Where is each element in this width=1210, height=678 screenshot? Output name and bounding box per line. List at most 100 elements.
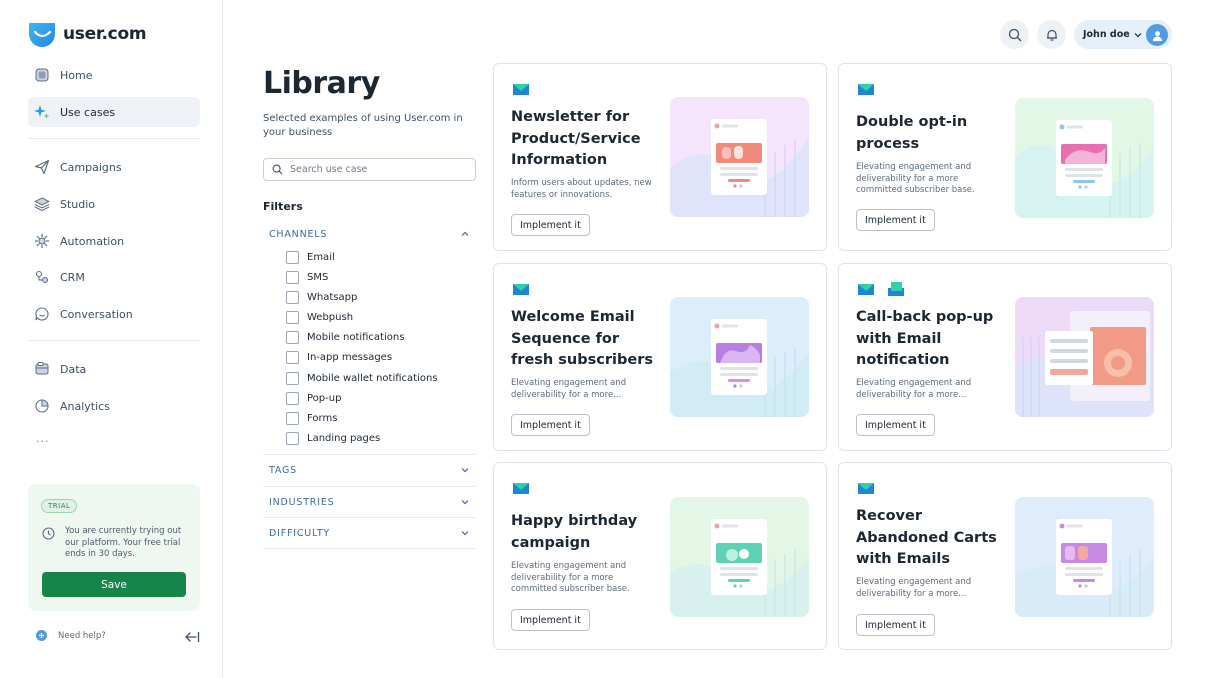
implement-button[interactable]: Implement it — [856, 209, 935, 231]
sidebar-item-automation[interactable]: Automation — [28, 226, 200, 256]
filter-section-difficulty[interactable]: DIFFICULTY — [263, 518, 476, 548]
logo-icon — [29, 23, 55, 47]
brand-name: user.com — [63, 24, 147, 44]
trial-panel: TRIAL You are currently trying out our p… — [28, 484, 200, 611]
sidebar-item-studio[interactable]: Studio — [28, 189, 200, 219]
sidebar-item-data[interactable]: Data — [28, 354, 200, 384]
use-case-card[interactable]: Happy birthday campaign Elevating engage… — [493, 462, 827, 650]
implement-button[interactable]: Implement it — [856, 414, 935, 436]
use-case-card[interactable]: Call-back pop-up with Email notification… — [838, 263, 1172, 451]
checkbox-email[interactable]: Email — [286, 249, 335, 265]
home-icon — [35, 68, 49, 82]
checkbox-box[interactable] — [286, 371, 299, 385]
filter-section-label: CHANNELS — [269, 228, 328, 240]
checkbox-box[interactable] — [286, 310, 299, 324]
implement-button[interactable]: Implement it — [511, 214, 590, 236]
sidebar-item-home[interactable]: Home — [28, 60, 200, 90]
checkbox-box[interactable] — [286, 330, 299, 344]
layers-icon — [34, 197, 50, 212]
sidebar-more[interactable]: ... — [36, 432, 50, 445]
implement-button[interactable]: Implement it — [511, 414, 590, 436]
use-case-card[interactable]: Double opt-in process Elevating engageme… — [838, 63, 1172, 251]
notifications-button[interactable] — [1037, 20, 1066, 49]
card-description: Elevating engagement and deliverability … — [856, 378, 972, 400]
card-title: Welcome Email Sequence for fresh subscri… — [511, 309, 653, 368]
filter-section-channels[interactable]: CHANNELS — [263, 219, 476, 249]
channel-icons — [511, 281, 541, 297]
collapse-sidebar-icon[interactable] — [184, 630, 200, 644]
search-icon — [1008, 28, 1021, 41]
implement-button[interactable]: Implement it — [511, 609, 590, 631]
clock-icon — [42, 527, 55, 540]
checkbox-box[interactable] — [286, 290, 299, 304]
pop-up-icon — [888, 282, 904, 296]
checkbox-label: Mobile notifications — [307, 331, 405, 343]
use-case-card[interactable]: Recover Abandoned Carts with Emails Elev… — [838, 462, 1172, 650]
sparkle-icon — [34, 105, 50, 119]
channel-icons — [856, 281, 916, 297]
card-thumbnail — [670, 97, 809, 217]
card-title: Happy birthday campaign — [511, 513, 638, 551]
brand-logo[interactable]: user.com — [27, 20, 147, 48]
database-icon — [35, 362, 49, 375]
checkbox-box[interactable] — [286, 250, 299, 264]
sidebar-item-label: Use cases — [60, 105, 116, 119]
checkbox-mobile-wallet[interactable]: Mobile wallet notifications — [286, 370, 438, 386]
checkbox-in-app-messages[interactable]: In-app messages — [286, 349, 392, 365]
sidebar-item-campaigns[interactable]: Campaigns — [28, 152, 200, 182]
channel-icons — [511, 81, 541, 97]
chevron-down-icon — [461, 468, 469, 473]
checkbox-landing-pages[interactable]: Landing pages — [286, 430, 380, 446]
checkbox-mobile-notifications[interactable]: Mobile notifications — [286, 329, 404, 345]
save-button[interactable]: Save — [42, 572, 186, 597]
checkbox-label: Mobile wallet notifications — [307, 372, 438, 384]
card-thumbnail — [670, 297, 809, 417]
use-case-card[interactable]: Newsletter for Product/Service Informati… — [493, 63, 827, 251]
popup-preview-illustration — [1015, 297, 1154, 417]
checkbox-label: Whatsapp — [307, 291, 358, 303]
card-title: Double opt-in process — [856, 114, 968, 152]
checkbox-box[interactable] — [286, 431, 299, 445]
sidebar-item-label: CRM — [60, 270, 85, 284]
checkbox-box[interactable] — [286, 270, 299, 284]
filter-section-tags[interactable]: TAGS — [263, 455, 476, 485]
implement-button[interactable]: Implement it — [856, 614, 935, 636]
card-thumbnail — [1015, 497, 1154, 617]
sidebar-item-use-cases[interactable]: Use cases — [28, 97, 200, 127]
sidebar-item-crm[interactable]: CRM — [28, 262, 200, 292]
checkbox-box[interactable] — [286, 411, 299, 425]
sidebar-item-analytics[interactable]: Analytics — [28, 391, 200, 421]
checkbox-forms[interactable]: Forms — [286, 410, 337, 426]
checkbox-pop-up[interactable]: Pop-up — [286, 390, 341, 406]
paper-plane-icon — [34, 159, 50, 175]
channel-icons — [856, 480, 886, 496]
need-help-link[interactable]: Need help? — [36, 630, 106, 641]
checkbox-label: SMS — [307, 271, 329, 283]
filter-section-industries[interactable]: INDUSTRIES — [263, 487, 476, 517]
checkbox-label: Landing pages — [307, 432, 381, 444]
card-title: Recover Abandoned Carts with Emails — [856, 508, 997, 567]
card-description: Elevating engagement and deliverability … — [856, 577, 972, 599]
sidebar-item-label: Automation — [60, 234, 125, 248]
checkbox-box[interactable] — [286, 391, 299, 405]
checkbox-box[interactable] — [286, 350, 299, 364]
contacts-icon — [35, 270, 49, 284]
card-description: Elevating engagement and deliverability … — [511, 378, 627, 400]
card-thumbnail — [1015, 98, 1154, 218]
sidebar-item-label: Analytics — [60, 399, 110, 413]
trial-badge: TRIAL — [41, 499, 78, 513]
email-icon — [858, 483, 874, 494]
sidebar-item-conversation[interactable]: Conversation — [28, 299, 200, 329]
search-button[interactable] — [1000, 20, 1029, 49]
chevron-down-icon — [461, 500, 469, 505]
user-menu[interactable]: John doe — [1074, 20, 1172, 49]
checkbox-sms[interactable]: SMS — [286, 269, 328, 285]
email-icon — [858, 284, 874, 295]
trial-text: You are currently trying out our platfor… — [65, 526, 182, 559]
checkbox-whatsapp[interactable]: Whatsapp — [286, 289, 357, 305]
checkbox-webpush[interactable]: Webpush — [286, 309, 353, 325]
email-icon — [858, 84, 874, 95]
use-case-card[interactable]: Welcome Email Sequence for fresh subscri… — [493, 263, 827, 451]
search-input[interactable] — [290, 164, 470, 175]
filter-section-label: TAGS — [269, 464, 297, 476]
